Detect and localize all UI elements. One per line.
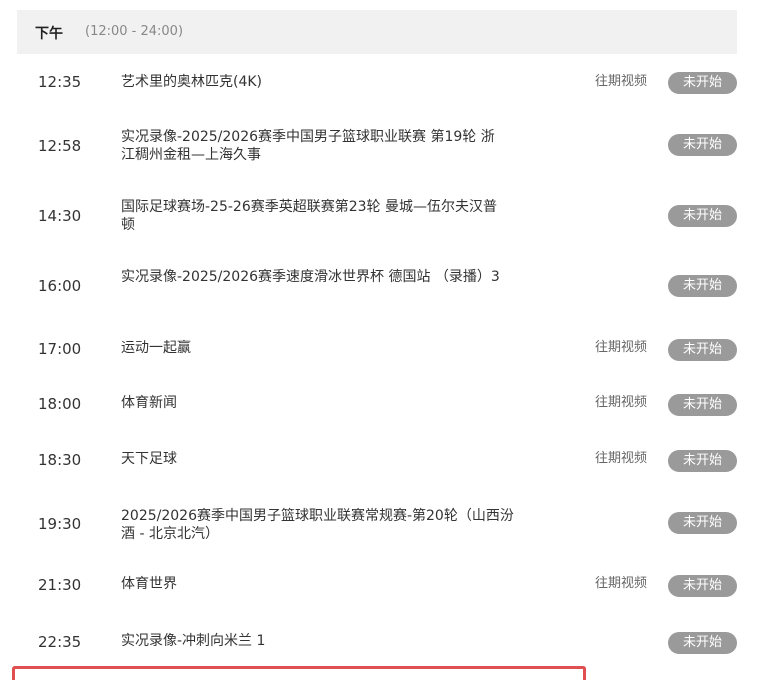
status-badge: 未开始 (668, 450, 737, 472)
program-row: 14:30 国际足球赛场-25-26赛季英超联赛第23轮 曼城—伍尔夫汉普顿 未… (17, 198, 737, 238)
section-time-range: (12:00 - 24:00) (85, 24, 184, 39)
status-badge: 未开始 (668, 575, 737, 597)
program-row: 12:58 实况录像-2025/2026赛季中国男子篮球职业联赛 第19轮 浙江… (17, 128, 737, 168)
status-badge: 未开始 (668, 512, 737, 534)
past-videos-link[interactable]: 往期视频 (595, 73, 647, 91)
program-title[interactable]: 实况录像-2025/2026赛季速度滑冰世界杯 德国站 （录播）3 (121, 268, 501, 286)
program-row: 17:00 运动一起赢 往期视频 未开始 (17, 339, 737, 361)
program-title[interactable]: 运动一起赢 (121, 339, 501, 357)
program-time: 18:00 (38, 395, 82, 413)
program-row: 22:35 实况录像-冲刺向米兰 1 未开始 (17, 632, 737, 654)
past-videos-link[interactable]: 往期视频 (595, 394, 647, 412)
status-badge: 未开始 (668, 339, 737, 361)
status-badge: 未开始 (668, 134, 737, 156)
past-videos-link[interactable]: 往期视频 (595, 450, 647, 468)
program-time: 12:58 (38, 137, 82, 155)
program-time: 21:30 (38, 576, 82, 594)
status-badge: 未开始 (668, 632, 737, 654)
program-time: 14:30 (38, 207, 82, 225)
afternoon-section-header: 下午 (12:00 - 24:00) (17, 10, 737, 54)
program-time: 17:00 (38, 340, 82, 358)
program-row: 16:00 实况录像-2025/2026赛季速度滑冰世界杯 德国站 （录播）3 … (17, 268, 737, 308)
program-title[interactable]: 实况录像-2025/2026赛季中国男子篮球职业联赛 第19轮 浙江稠州金租—上… (121, 128, 501, 164)
program-row: 18:00 体育新闻 往期视频 未开始 (17, 394, 737, 416)
program-row: 19:30 2025/2026赛季中国男子篮球职业联赛常规赛-第20轮（山西汾酒… (17, 507, 737, 547)
program-time: 19:30 (38, 515, 82, 533)
program-title[interactable]: 体育世界 (121, 575, 501, 593)
highlight-box (12, 666, 586, 680)
program-title[interactable]: 国际足球赛场-25-26赛季英超联赛第23轮 曼城—伍尔夫汉普顿 (121, 198, 501, 234)
program-row: 21:30 体育世界 往期视频 未开始 (17, 575, 737, 597)
program-title[interactable]: 体育新闻 (121, 394, 501, 412)
section-label: 下午 (35, 26, 63, 42)
program-title[interactable]: 天下足球 (121, 450, 501, 468)
program-title[interactable]: 2025/2026赛季中国男子篮球职业联赛常规赛-第20轮（山西汾酒 - 北京北… (121, 507, 521, 543)
program-title[interactable]: 实况录像-冲刺向米兰 1 (121, 632, 501, 650)
past-videos-link[interactable]: 往期视频 (595, 339, 647, 357)
program-row: 12:35 艺术里的奥林匹克(4K) 往期视频 未开始 (17, 72, 737, 94)
status-badge: 未开始 (668, 275, 737, 297)
program-row: 18:30 天下足球 往期视频 未开始 (17, 450, 737, 472)
status-badge: 未开始 (668, 72, 737, 94)
status-badge: 未开始 (668, 205, 737, 227)
past-videos-link[interactable]: 往期视频 (595, 575, 647, 593)
program-time: 12:35 (38, 73, 82, 91)
status-badge: 未开始 (668, 394, 737, 416)
program-title[interactable]: 艺术里的奥林匹克(4K) (121, 73, 501, 91)
program-time: 18:30 (38, 451, 82, 469)
program-time: 22:35 (38, 633, 82, 651)
program-time: 16:00 (38, 277, 82, 295)
